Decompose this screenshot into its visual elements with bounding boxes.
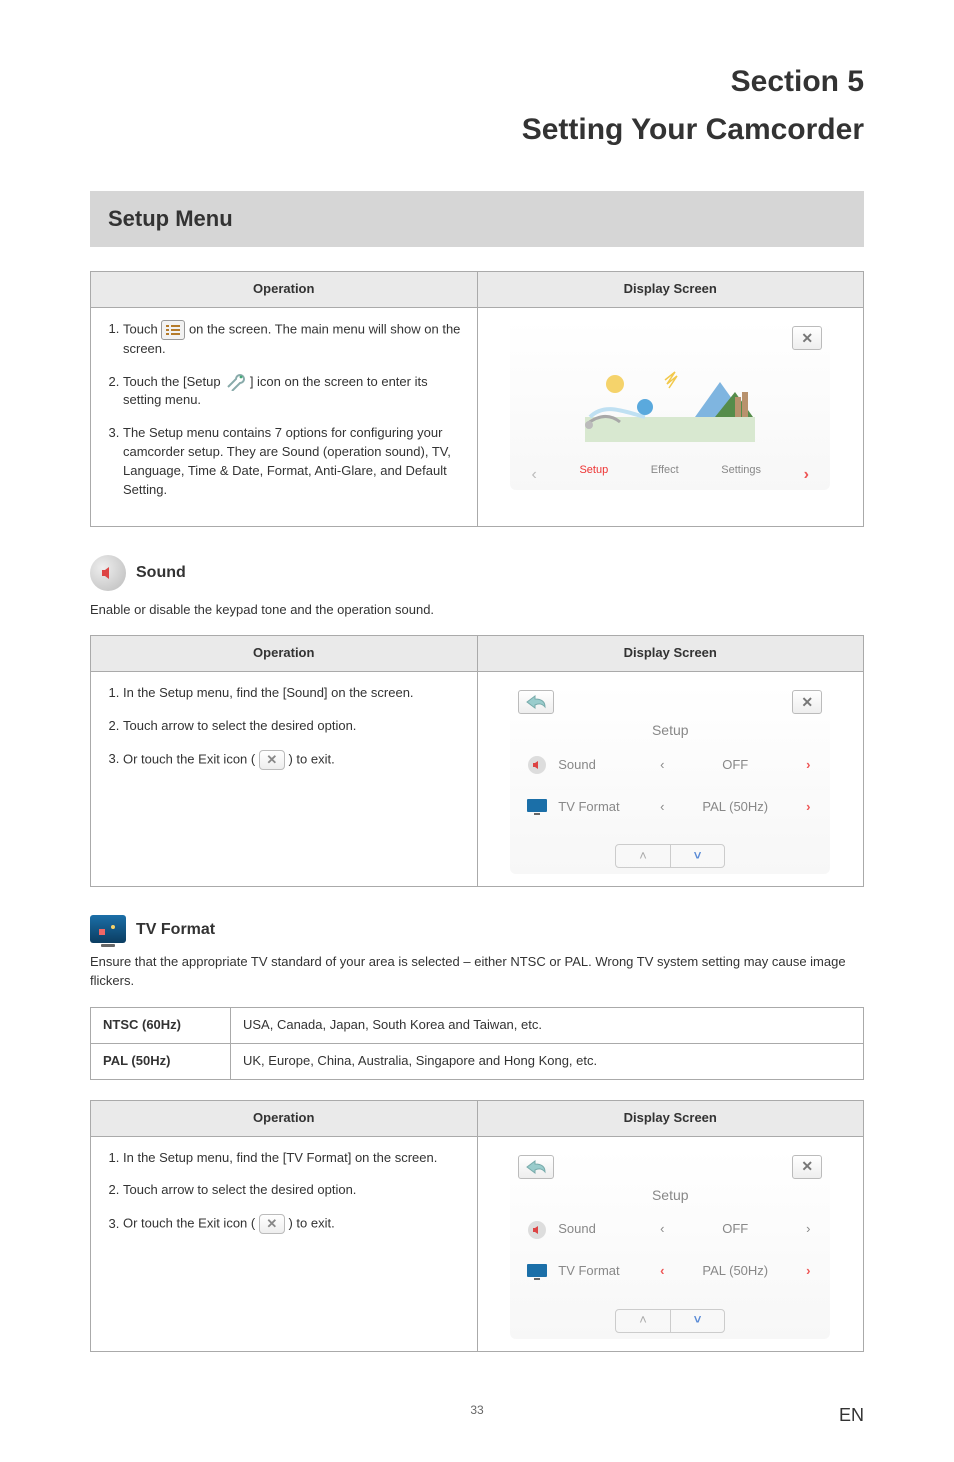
page-up-icon[interactable]: ˄ xyxy=(616,845,670,867)
setup-screen-sound: ✕ Setup Sound ‹ OFF › xyxy=(510,684,830,874)
sound-step-3: Or touch the Exit icon ( ✕ ) to exit. xyxy=(123,750,463,770)
chevron-left-icon[interactable]: ‹ xyxy=(532,463,537,486)
tv-icon xyxy=(90,915,126,943)
row-tvformat: TV Format ‹ PAL (50Hz) › xyxy=(524,1251,816,1293)
step-2: Touch the [Setup ] icon on the screen to… xyxy=(123,373,463,411)
chevron-right-icon[interactable]: › xyxy=(800,756,816,775)
ntsc-desc: USA, Canada, Japan, South Korea and Taiw… xyxy=(231,1008,864,1044)
tvformat-table: Operation Display Screen In the Setup me… xyxy=(90,1100,864,1352)
table-row: NTSC (60Hz) USA, Canada, Japan, South Ko… xyxy=(91,1008,864,1044)
col-operation: Operation xyxy=(91,271,478,307)
chevron-left-icon[interactable]: ‹ xyxy=(654,756,670,775)
table-row: PAL (50Hz) UK, Europe, China, Australia,… xyxy=(91,1043,864,1079)
row-sound: Sound ‹ OFF › xyxy=(524,1209,816,1251)
pal-label: PAL (50Hz) xyxy=(91,1043,231,1079)
col-display: Display Screen xyxy=(477,271,864,307)
sound-step-2: Touch arrow to select the desired option… xyxy=(123,717,463,736)
pager[interactable]: ˄ ˅ xyxy=(615,1309,725,1333)
setup-menu-steps-cell: Touch on the screen. The main menu will … xyxy=(91,307,478,526)
chevron-right-icon[interactable]: › xyxy=(800,798,816,817)
setup-screen-title: Setup xyxy=(510,720,830,740)
menu-illustration xyxy=(510,344,830,460)
menu-icon xyxy=(161,320,185,340)
ntsc-pal-table: NTSC (60Hz) USA, Canada, Japan, South Ko… xyxy=(90,1007,864,1080)
close-icon: ✕ xyxy=(259,1214,285,1234)
tv-icon xyxy=(524,794,550,820)
close-icon: ✕ xyxy=(259,750,285,770)
chevron-left-icon[interactable]: ‹ xyxy=(654,1220,670,1239)
row-sound-label: Sound xyxy=(558,756,646,775)
main-menu-screen: ✕ xyxy=(510,320,830,490)
page-title: Setting Your Camcorder xyxy=(90,108,864,152)
chevron-left-icon[interactable]: ‹ xyxy=(654,1262,670,1281)
speaker-icon xyxy=(524,1217,550,1243)
page-number: 33 xyxy=(470,1402,483,1419)
row-sound: Sound ‹ OFF › xyxy=(524,744,816,786)
ntsc-label: NTSC (60Hz) xyxy=(91,1008,231,1044)
col-operation: Operation xyxy=(91,636,478,672)
close-icon[interactable]: ✕ xyxy=(792,1155,822,1179)
pal-desc: UK, Europe, China, Australia, Singapore … xyxy=(231,1043,864,1079)
col-display: Display Screen xyxy=(477,1100,864,1136)
sound-heading: Sound xyxy=(136,561,186,584)
setup-screen-title: Setup xyxy=(510,1185,830,1205)
tvformat-step-2: Touch arrow to select the desired option… xyxy=(123,1181,463,1200)
menu-category-row: ‹ Setup Effect Settings › xyxy=(510,463,830,486)
row-sound-value: OFF xyxy=(678,756,792,775)
pager[interactable]: ˄ ˅ xyxy=(615,844,725,868)
row-tvformat-value: PAL (50Hz) xyxy=(678,798,792,817)
setup-menu-banner: Setup Menu xyxy=(90,191,864,247)
setup-menu-screen-cell: ✕ xyxy=(477,307,864,526)
tv-icon xyxy=(524,1259,550,1285)
chevron-right-icon[interactable]: › xyxy=(800,1262,816,1281)
chevron-right-icon[interactable]: › xyxy=(804,463,809,486)
row-sound-value: OFF xyxy=(678,1220,792,1239)
close-icon[interactable]: ✕ xyxy=(792,690,822,714)
col-display: Display Screen xyxy=(477,636,864,672)
wrench-setup-icon xyxy=(224,373,246,391)
sound-description: Enable or disable the keypad tone and th… xyxy=(90,601,864,620)
back-icon[interactable] xyxy=(518,1155,554,1179)
tvformat-steps-cell: In the Setup menu, find the [TV Format] … xyxy=(91,1136,478,1351)
sound-steps-cell: In the Setup menu, find the [Sound] on t… xyxy=(91,672,478,887)
row-tvformat-label: TV Format xyxy=(558,798,646,817)
row-sound-label: Sound xyxy=(558,1220,646,1239)
category-setup[interactable]: Setup xyxy=(579,463,608,486)
chevron-left-icon[interactable]: ‹ xyxy=(654,798,670,817)
col-operation: Operation xyxy=(91,1100,478,1136)
chevron-right-icon[interactable]: › xyxy=(800,1220,816,1239)
setup-menu-table: Operation Display Screen Touch on the sc… xyxy=(90,271,864,527)
tvformat-step-1: In the Setup menu, find the [TV Format] … xyxy=(123,1149,463,1168)
step-1: Touch on the screen. The main menu will … xyxy=(123,320,463,359)
tvformat-heading: TV Format xyxy=(136,918,215,941)
page-up-icon[interactable]: ˄ xyxy=(616,1310,670,1332)
page-down-icon[interactable]: ˅ xyxy=(670,845,725,867)
tvformat-screen-cell: ✕ Setup Sound ‹ OFF › xyxy=(477,1136,864,1351)
speaker-icon xyxy=(524,752,550,778)
row-tvformat-label: TV Format xyxy=(558,1262,646,1281)
row-tvformat: TV Format ‹ PAL (50Hz) › xyxy=(524,786,816,828)
back-icon[interactable] xyxy=(518,690,554,714)
row-tvformat-value: PAL (50Hz) xyxy=(678,1262,792,1281)
sound-table: Operation Display Screen In the Setup me… xyxy=(90,635,864,887)
tvformat-step-3: Or touch the Exit icon ( ✕ ) to exit. xyxy=(123,1214,463,1234)
tvformat-description: Ensure that the appropriate TV standard … xyxy=(90,953,864,991)
category-effect[interactable]: Effect xyxy=(651,463,679,486)
page-down-icon[interactable]: ˅ xyxy=(670,1310,725,1332)
speaker-icon xyxy=(90,555,126,591)
sound-screen-cell: ✕ Setup Sound ‹ OFF › xyxy=(477,672,864,887)
section-label: Section 5 xyxy=(90,60,864,104)
step-3: The Setup menu contains 7 options for co… xyxy=(123,424,463,499)
sound-step-1: In the Setup menu, find the [Sound] on t… xyxy=(123,684,463,703)
language-code: EN xyxy=(839,1402,864,1428)
setup-screen-tvformat: ✕ Setup Sound ‹ OFF › xyxy=(510,1149,830,1339)
category-settings[interactable]: Settings xyxy=(721,463,761,486)
